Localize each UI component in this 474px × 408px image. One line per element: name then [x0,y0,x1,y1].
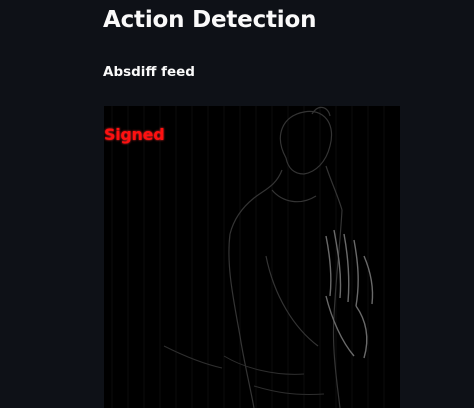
detected-action-label: Signed [104,125,165,144]
feed-subtitle: Absdiff feed [103,64,195,80]
absdiff-video-feed: Signed [104,106,400,408]
page-title: Action Detection [103,7,317,33]
absdiff-frame-image [111,106,385,408]
